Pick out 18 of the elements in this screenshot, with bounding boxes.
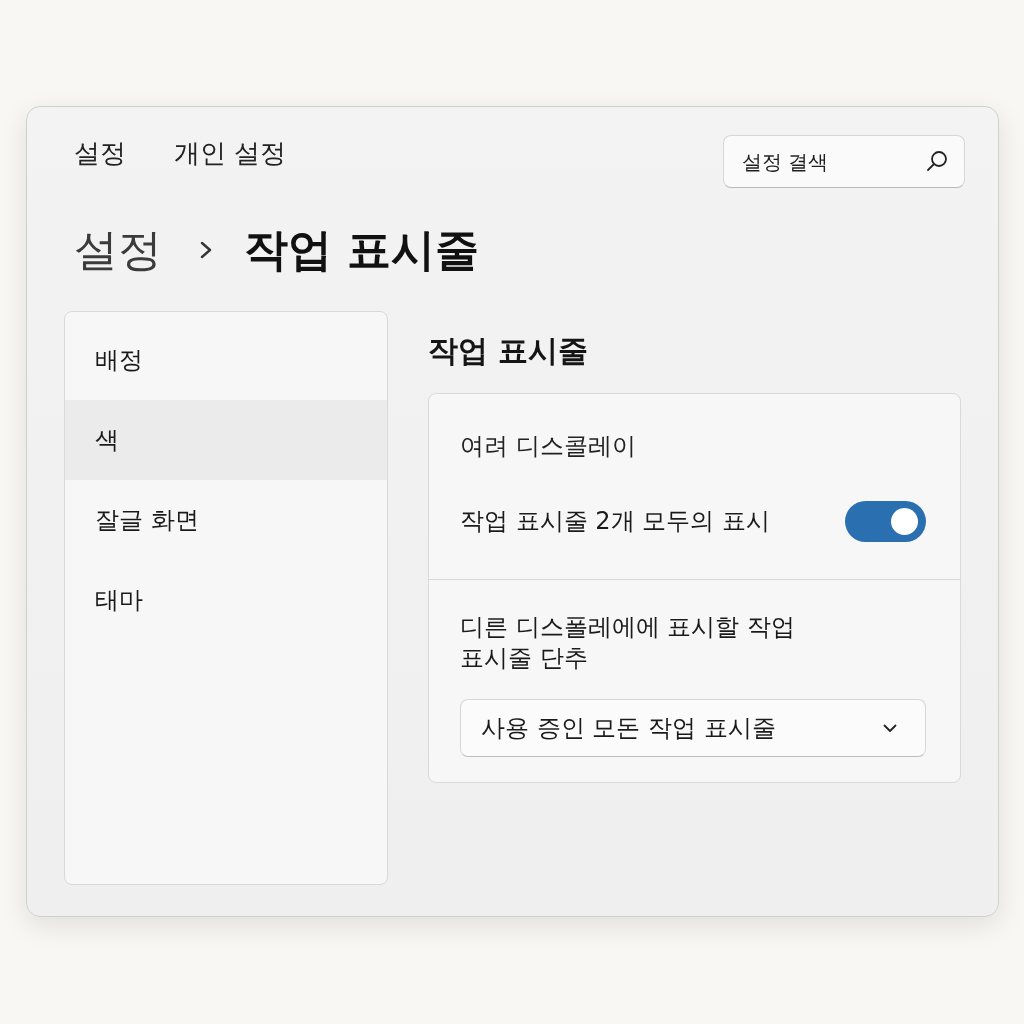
search-icon[interactable] xyxy=(926,150,948,172)
sidebar-item[interactable]: 색 xyxy=(65,400,387,480)
page-title: 작업 표시줄 xyxy=(244,222,480,277)
breadcrumb-parent[interactable]: 설정 xyxy=(74,220,162,280)
section-title: 작업 표시줄 xyxy=(428,332,589,370)
setting-label: 디른 디스폴레에에 표시할 작업 표시줄 단추 xyxy=(460,612,796,674)
setting-label: 작업 표시줄 2개 모두의 표시 xyxy=(460,506,770,537)
sidebar-item[interactable]: 태마 xyxy=(65,560,387,640)
search-field[interactable]: 설정 결색 xyxy=(723,135,965,188)
group-heading: 여려 디스콜레이 xyxy=(460,431,636,462)
toggle-switch[interactable] xyxy=(845,501,926,542)
sidebar-item[interactable]: 잘글 화면 xyxy=(65,480,387,560)
chevron-down-icon xyxy=(883,723,897,733)
sidebar-item[interactable]: 배정 xyxy=(65,320,387,400)
nav-link[interactable]: 개인 설정 xyxy=(174,136,287,171)
nav-link[interactable]: 설정 xyxy=(74,136,126,171)
chevron-right-icon xyxy=(200,241,212,259)
dropdown-select[interactable]: 사용 증인 모돈 작업 표시줄 xyxy=(460,699,926,757)
